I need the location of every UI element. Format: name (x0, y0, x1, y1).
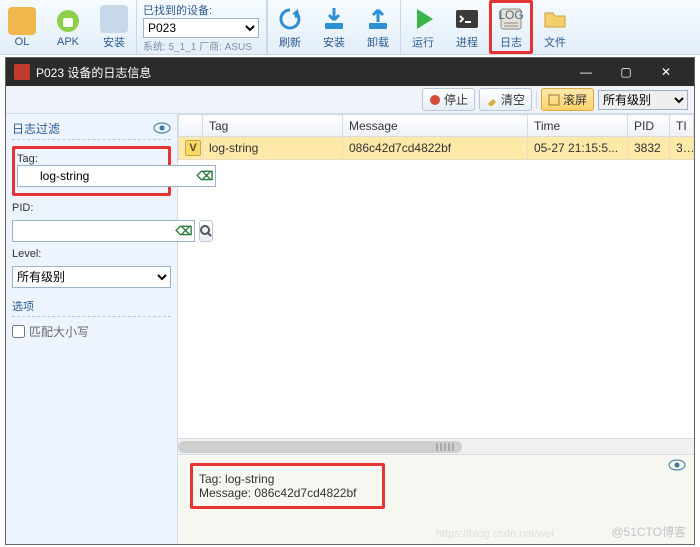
filter-sidebar: 日志过滤 Tag: ⌫ PID: ⌫ (6, 114, 178, 544)
log-table: Tag Message Time PID TI V log-string 086… (178, 114, 694, 160)
device-label: 已找到的设备: (143, 5, 212, 17)
refresh-icon (276, 5, 304, 33)
tag-label: Tag: (17, 153, 164, 165)
toolbar-refresh[interactable]: 刷新 (268, 0, 312, 54)
col-level[interactable] (179, 115, 203, 137)
level-label: Level: (12, 248, 171, 260)
pid-clear-icon[interactable]: ⌫ (176, 223, 192, 239)
toolbar-install[interactable]: 安装 (312, 0, 356, 54)
clear-button[interactable]: 清空 (479, 88, 532, 111)
toolbar-install-alt[interactable]: 安装 (92, 0, 136, 54)
tag-input-wrap: ⌫ (17, 165, 216, 187)
table-row[interactable]: V log-string 086c42d7cd4822bf 05-27 21:1… (179, 137, 694, 160)
tag-clear-icon[interactable]: ⌫ (197, 168, 213, 184)
minimize-button[interactable]: — (566, 58, 606, 86)
toolbar-ol[interactable]: OL (0, 0, 44, 54)
toolbar-apk-label: APK (57, 36, 79, 48)
scrollbar-thumb[interactable] (178, 441, 462, 453)
log-toolbar: 停止 清空 滚屏 所有级别 (6, 86, 694, 114)
uninstall-icon (364, 5, 392, 33)
eye-icon[interactable] (668, 459, 686, 471)
titlebar: P023 设备的日志信息 — ▢ ✕ (6, 58, 694, 86)
cell-tid: 38 (670, 137, 694, 160)
watermark-csdn: https://blog.csdn.net/wei (436, 528, 554, 540)
toolbar-log[interactable]: LOG 日志 (489, 0, 533, 54)
log-window: P023 设备的日志信息 — ▢ ✕ 停止 清空 滚屏 所有级别 日志过滤 (5, 57, 695, 545)
detail-msg-label: Message: (199, 486, 251, 500)
options-header: 选项 (12, 298, 171, 317)
detail-msg-value: 086c42d7cd4822bf (254, 486, 356, 500)
folder-icon (541, 5, 569, 33)
terminal-icon (453, 5, 481, 33)
scroll-icon (548, 94, 560, 106)
horizontal-scrollbar[interactable] (178, 438, 694, 454)
tag-input[interactable] (17, 165, 216, 187)
detail-tag-value: log-string (225, 472, 274, 486)
detail-pane: Tag: log-string Message: 086c42d7cd4822b… (178, 454, 694, 544)
toolbar-ol-label: OL (15, 36, 30, 48)
log-body: 日志过滤 Tag: ⌫ PID: ⌫ (6, 114, 694, 544)
device-selector-box: 已找到的设备: P023 系统: 5_1_1 厂商: ASUS (137, 0, 267, 54)
col-tid[interactable]: TI (670, 115, 694, 137)
rows-area[interactable] (178, 160, 694, 438)
play-icon (409, 5, 437, 33)
maximize-button[interactable]: ▢ (606, 58, 646, 86)
window-icon (14, 64, 30, 80)
level-filter-select[interactable]: 所有级别 (598, 90, 688, 110)
log-icon: LOG (497, 5, 525, 33)
device-select[interactable]: P023 (143, 18, 259, 38)
pid-input-wrap: ⌫ (12, 220, 195, 242)
eye-icon[interactable] (153, 122, 171, 136)
col-tag[interactable]: Tag (203, 115, 343, 137)
watermark-51cto: @51CTO博客 (611, 523, 686, 540)
log-main: Tag Message Time PID TI V log-string 086… (178, 114, 694, 544)
cell-pid: 3832 (628, 137, 670, 160)
tag-filter-box: Tag: ⌫ (12, 146, 171, 196)
pid-label: PID: (12, 202, 171, 214)
pid-search-button[interactable] (199, 220, 213, 242)
pid-input[interactable] (12, 220, 195, 242)
device-sys-info: 系统: 5_1_1 厂商: ASUS (143, 38, 260, 53)
close-button[interactable]: ✕ (646, 58, 686, 86)
table-header-row: Tag Message Time PID TI (179, 115, 694, 137)
search-icon (200, 225, 212, 237)
toolbar-files[interactable]: 文件 (533, 0, 577, 54)
svg-text:LOG: LOG (498, 8, 523, 22)
col-pid[interactable]: PID (628, 115, 670, 137)
toolbar-apk[interactable]: APK (46, 0, 90, 54)
stop-button[interactable]: 停止 (422, 88, 475, 111)
window-title: P023 设备的日志信息 (36, 64, 566, 81)
cell-message: 086c42d7cd4822bf (343, 137, 528, 160)
android-icon (55, 8, 81, 34)
toolbar-process[interactable]: 进程 (445, 0, 489, 54)
resize-grip-icon[interactable] (436, 443, 456, 451)
level-badge: V (185, 140, 201, 156)
toolbar-left: OL APK 安装 (0, 0, 136, 54)
toolbar-uninstall[interactable]: 卸载 (356, 0, 400, 54)
filter-header: 日志过滤 (12, 120, 171, 140)
match-case-input[interactable] (12, 325, 25, 338)
match-case-checkbox[interactable]: 匹配大小写 (12, 323, 171, 340)
stop-icon (429, 94, 441, 106)
toolbar-run[interactable]: 运行 (401, 0, 445, 54)
cell-time: 05-27 21:15:5... (528, 137, 628, 160)
scroll-lock-button[interactable]: 滚屏 (541, 88, 594, 111)
col-time[interactable]: Time (528, 115, 628, 137)
level-select[interactable]: 所有级别 (12, 266, 171, 288)
broom-icon (486, 94, 498, 106)
install-icon (320, 5, 348, 33)
cell-tag: log-string (203, 137, 343, 160)
detail-tag-label: Tag: (199, 472, 222, 486)
toolbar-install-alt-label: 安装 (103, 34, 125, 50)
app-toolbar: OL APK 安装 已找到的设备: P023 系统: 5_1_1 厂商: ASU… (0, 0, 700, 55)
col-message[interactable]: Message (343, 115, 528, 137)
